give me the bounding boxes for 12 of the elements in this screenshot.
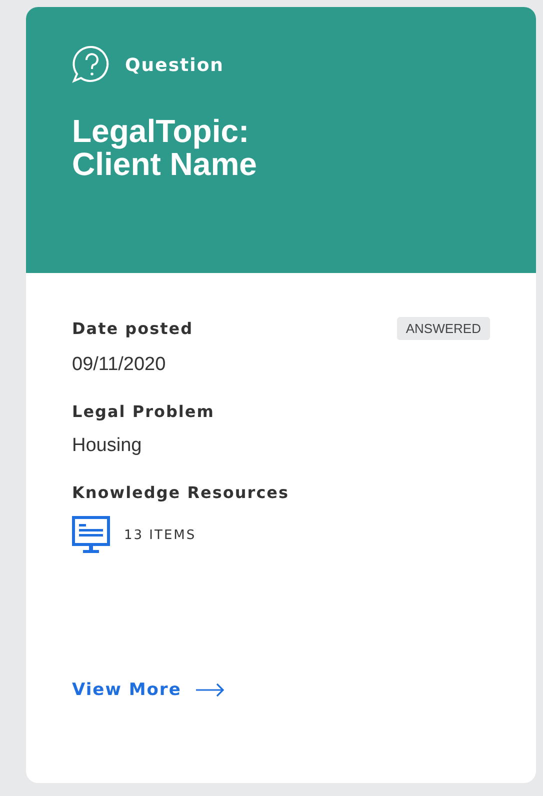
field-value: Housing	[72, 435, 143, 457]
status-badge: ANSWERED	[396, 317, 490, 340]
field-label: Knowledge Resources	[72, 483, 290, 502]
field-label: Date posted	[72, 319, 194, 338]
monitor-icon	[72, 516, 110, 554]
card-title: LegalTopic: Client Name	[72, 115, 258, 181]
view-more-link[interactable]: View More	[72, 680, 226, 700]
resource-count: 13 ITEMS	[124, 528, 196, 542]
card-type-label: Question	[125, 54, 224, 76]
field-value: 09/11/2020	[72, 354, 167, 376]
arrow-right-icon	[195, 683, 226, 697]
field-label: Legal Problem	[72, 402, 214, 421]
